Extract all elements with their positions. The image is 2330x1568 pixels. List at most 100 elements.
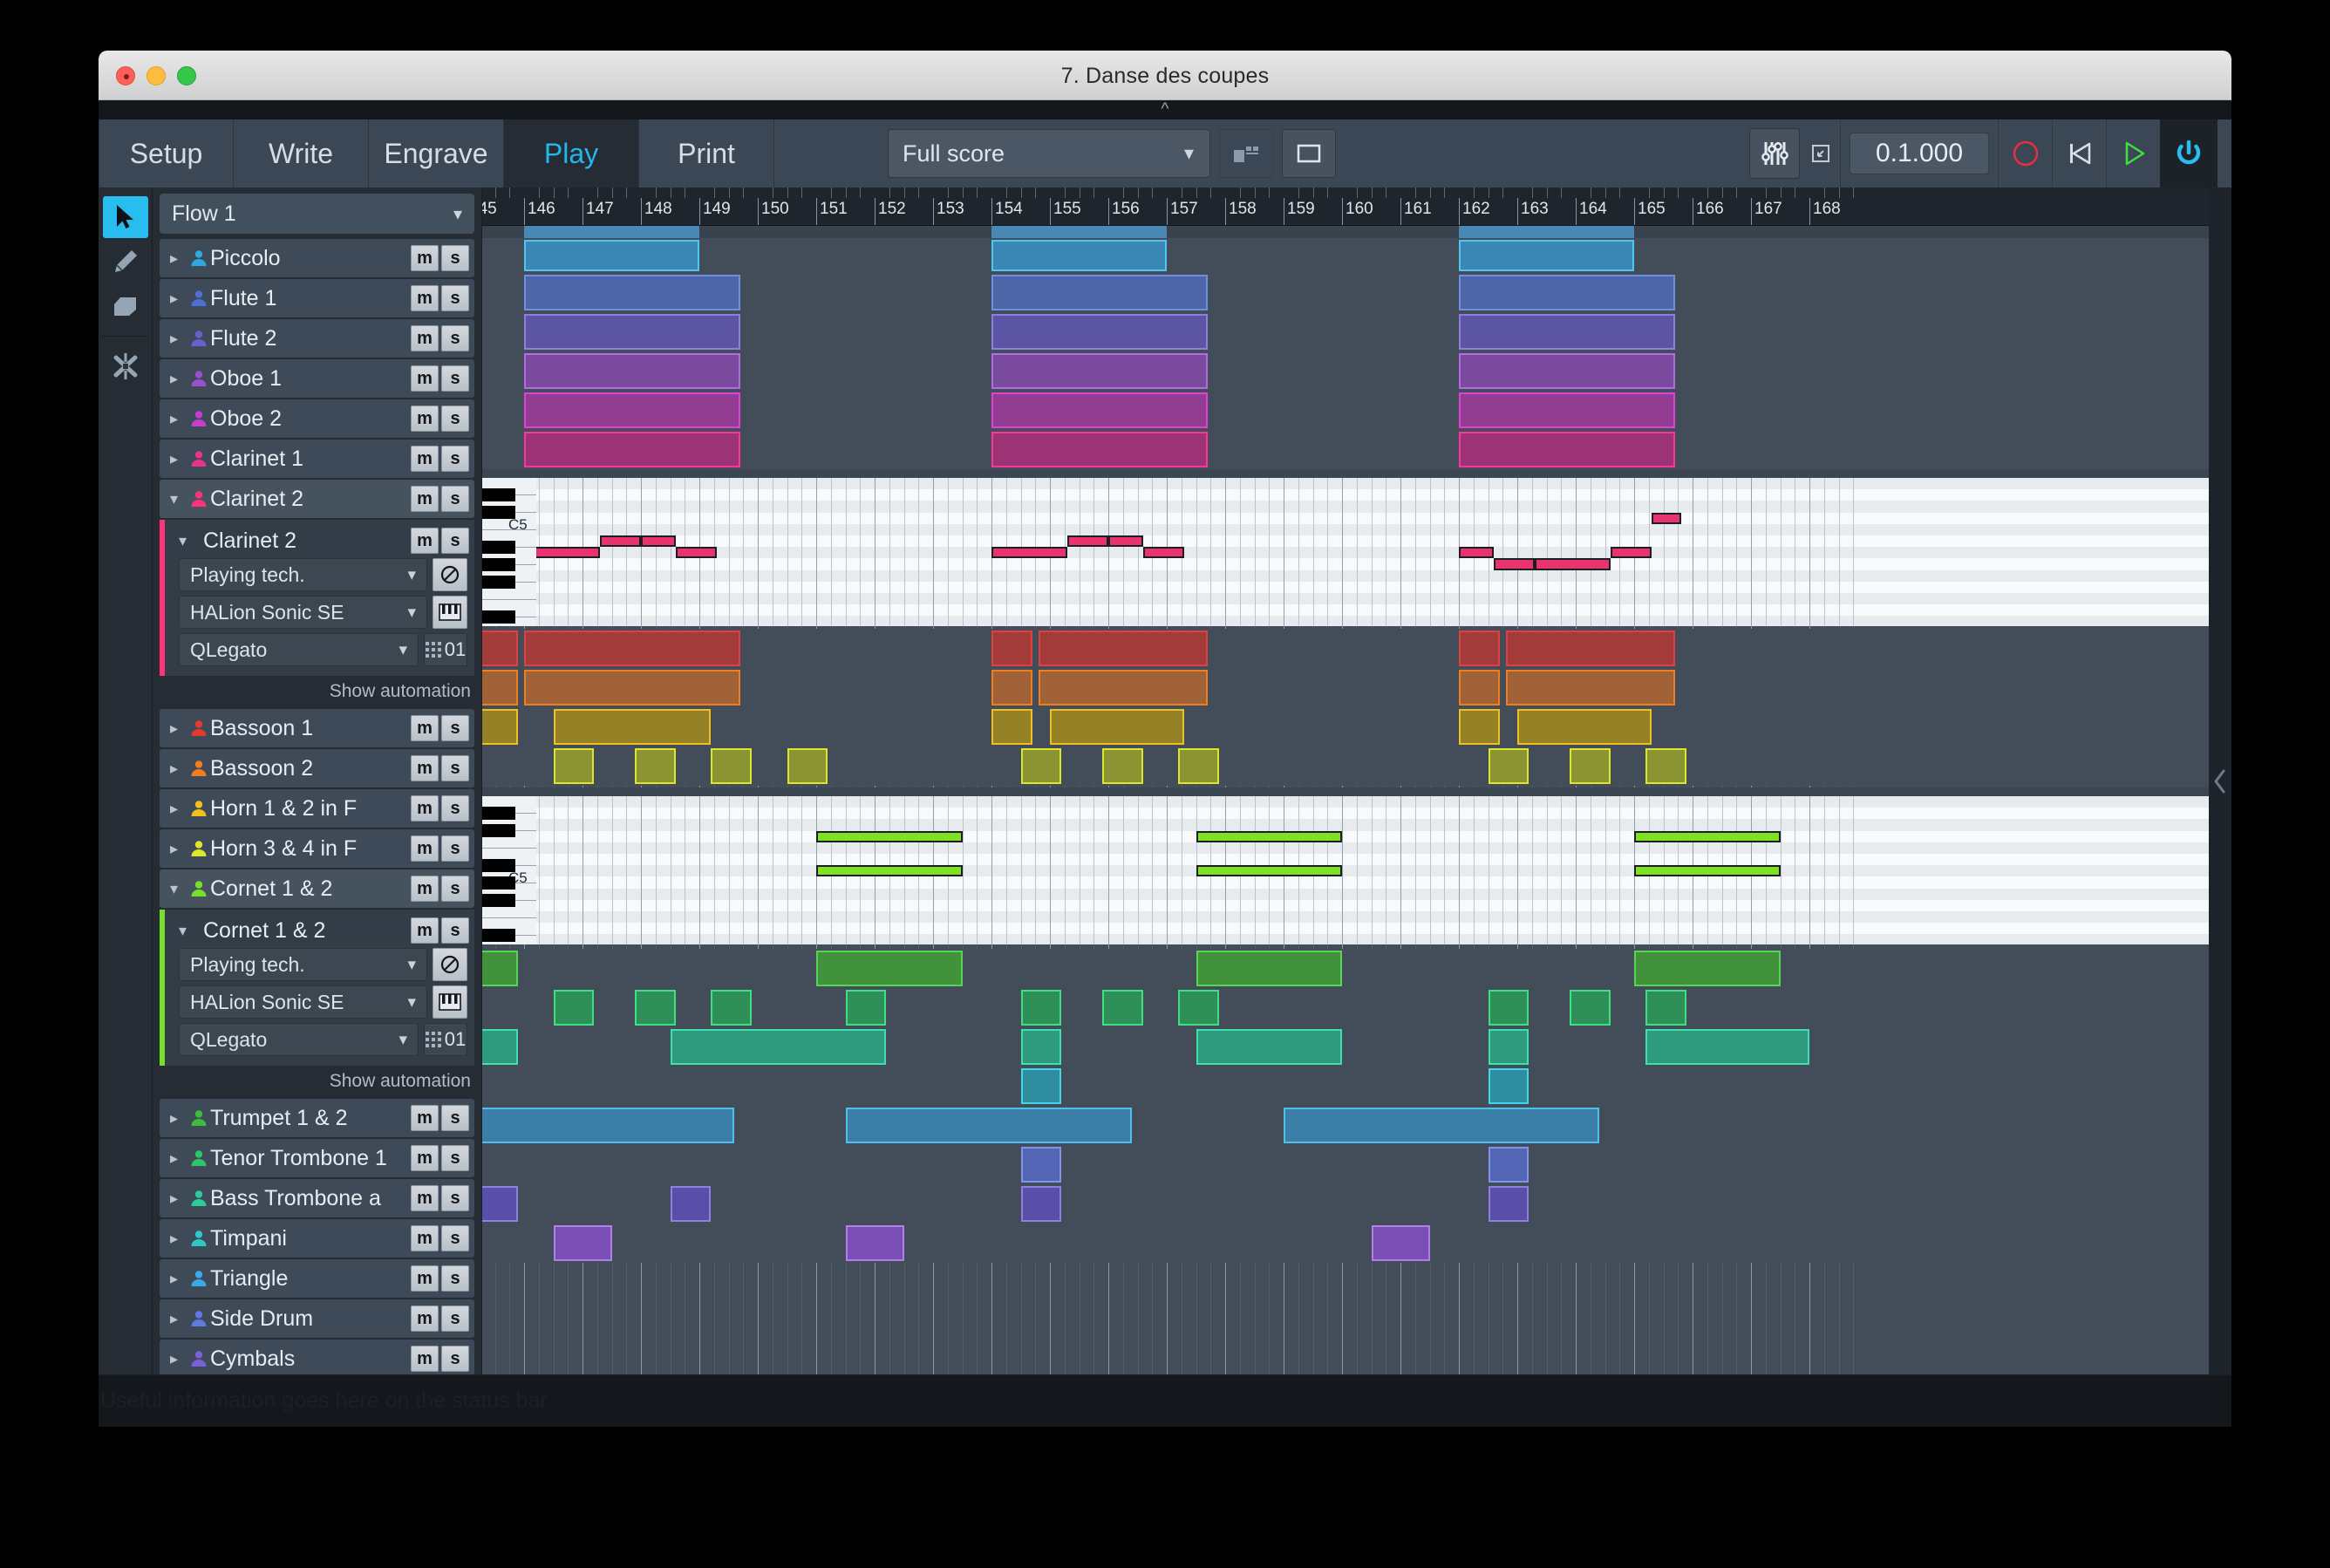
selection-range[interactable] [991,226,1167,238]
track-clip[interactable] [1284,1108,1599,1143]
piano-roll-note[interactable] [1634,831,1781,842]
arrow-tool-button[interactable] [103,196,148,238]
piano-roll-note[interactable] [1535,558,1611,569]
piano-roll-grid[interactable] [536,469,2231,626]
solo-button[interactable]: s [441,365,469,392]
track-clip[interactable] [1459,709,1500,745]
track-clip[interactable] [482,1186,518,1222]
solo-button[interactable]: s [441,528,469,554]
mute-button[interactable]: m [411,835,439,862]
mute-button[interactable]: m [411,1265,439,1292]
track-row[interactable]: ▸Clarinet 1ms [160,440,474,478]
solo-button[interactable]: s [441,1225,469,1251]
instrument-header[interactable]: ▾Cornet 1 & 2ms [165,913,474,948]
transport-time[interactable]: 0.1.000 [1850,133,1989,174]
track-clip[interactable] [482,951,518,986]
plugin-select[interactable]: HALion Sonic SE▾ [179,985,427,1019]
track-clip[interactable] [1645,748,1686,784]
track-row[interactable]: ▸Cymbalsms [160,1340,474,1374]
piano-black-key[interactable] [482,894,515,906]
piano-roll-note[interactable] [1143,547,1184,558]
piano-black-key[interactable] [482,807,515,819]
track-clip[interactable] [1645,1029,1809,1065]
chevron-right-icon[interactable]: ▸ [170,1149,189,1168]
piano-black-key[interactable] [482,576,515,588]
track-clip[interactable] [1489,1186,1529,1222]
solo-button[interactable]: s [441,446,469,472]
playing-tech-select[interactable]: Playing tech.▾ [179,558,427,591]
track-clip[interactable] [1489,990,1529,1026]
solo-button[interactable]: s [441,1185,469,1211]
record-button[interactable] [1998,119,2052,187]
track-clip[interactable] [524,631,740,666]
track-clip[interactable] [1102,748,1143,784]
track-clip[interactable] [1196,951,1343,986]
show-automation-link[interactable]: Show automation [153,678,481,709]
mute-button[interactable]: m [411,528,439,554]
track-clip[interactable] [1459,353,1675,389]
track-clip[interactable] [711,748,752,784]
chevron-right-icon[interactable]: ▸ [170,1109,189,1128]
track-row[interactable]: ▸Horn 1 & 2 in Fms [160,789,474,828]
scissors-tool-button[interactable] [103,345,148,387]
mute-button[interactable]: m [411,715,439,741]
panel-toggle-button[interactable] [1282,129,1336,178]
audio-engine-power-button[interactable] [2160,119,2218,187]
track-clip[interactable] [482,670,518,706]
piano-roll-note[interactable] [1196,865,1343,876]
track-clip[interactable] [991,709,1032,745]
chevron-right-icon[interactable]: ▸ [170,1230,189,1248]
chevron-right-icon[interactable]: ▸ [170,370,189,388]
piano-keyboard[interactable]: C5 [482,787,536,944]
piano-roll-note[interactable] [1459,547,1494,558]
collapsed-track-lane[interactable] [482,273,2231,312]
expand-mixer-button[interactable] [1802,119,1840,187]
track-clip[interactable] [1021,748,1062,784]
track-clip[interactable] [991,432,1208,467]
track-clip[interactable] [1489,1029,1529,1065]
solo-button[interactable]: s [441,1105,469,1131]
track-clip[interactable] [1102,990,1143,1026]
track-clip[interactable] [1489,1068,1529,1104]
solo-button[interactable]: s [441,835,469,862]
track-clip[interactable] [482,1029,518,1065]
track-clip[interactable] [671,1186,712,1222]
piano-black-key[interactable] [482,824,515,836]
timeline-selection-lane[interactable] [482,226,2231,238]
track-clip[interactable] [1489,748,1529,784]
go-to-start-button[interactable] [2052,119,2106,187]
chevron-right-icon[interactable]: ▸ [170,450,189,468]
track-clip[interactable] [524,275,740,310]
solo-button[interactable]: s [441,1265,469,1292]
solo-button[interactable]: s [441,1346,469,1372]
plugin-select[interactable]: HALion Sonic SE▾ [179,596,427,629]
track-clip[interactable] [991,240,1167,271]
piano-black-key[interactable] [482,541,515,553]
layout-select[interactable]: Full score ▾ [888,129,1210,178]
track-clip[interactable] [1634,951,1781,986]
mute-button[interactable]: m [411,245,439,271]
track-clip[interactable] [816,951,963,986]
track-clip[interactable] [1021,1029,1062,1065]
mute-button[interactable]: m [411,1145,439,1171]
keyboard-icon-button[interactable] [433,985,467,1019]
mute-button[interactable]: m [411,876,439,902]
collapsed-track-lane[interactable] [482,1027,2231,1067]
collapsed-track-lane[interactable] [482,707,2231,747]
track-clip[interactable] [524,392,740,428]
chevron-right-icon[interactable]: ▸ [170,719,189,738]
track-clip[interactable] [524,353,740,389]
track-row[interactable]: ▾Cornet 1 & 2ms [160,869,474,908]
track-clip[interactable] [846,1108,1132,1143]
midi-channel-button[interactable]: 01 [424,633,467,666]
piano-roll-note[interactable] [641,535,676,547]
track-clip[interactable] [1178,748,1219,784]
track-clip[interactable] [1039,631,1208,666]
track-clip[interactable] [1506,631,1675,666]
track-clip[interactable] [1050,709,1184,745]
solo-button[interactable]: s [441,1145,469,1171]
piano-roll-note[interactable] [1494,558,1535,569]
solo-button[interactable]: s [441,285,469,311]
erase-tool-button[interactable] [103,285,148,327]
mute-button[interactable]: m [411,285,439,311]
